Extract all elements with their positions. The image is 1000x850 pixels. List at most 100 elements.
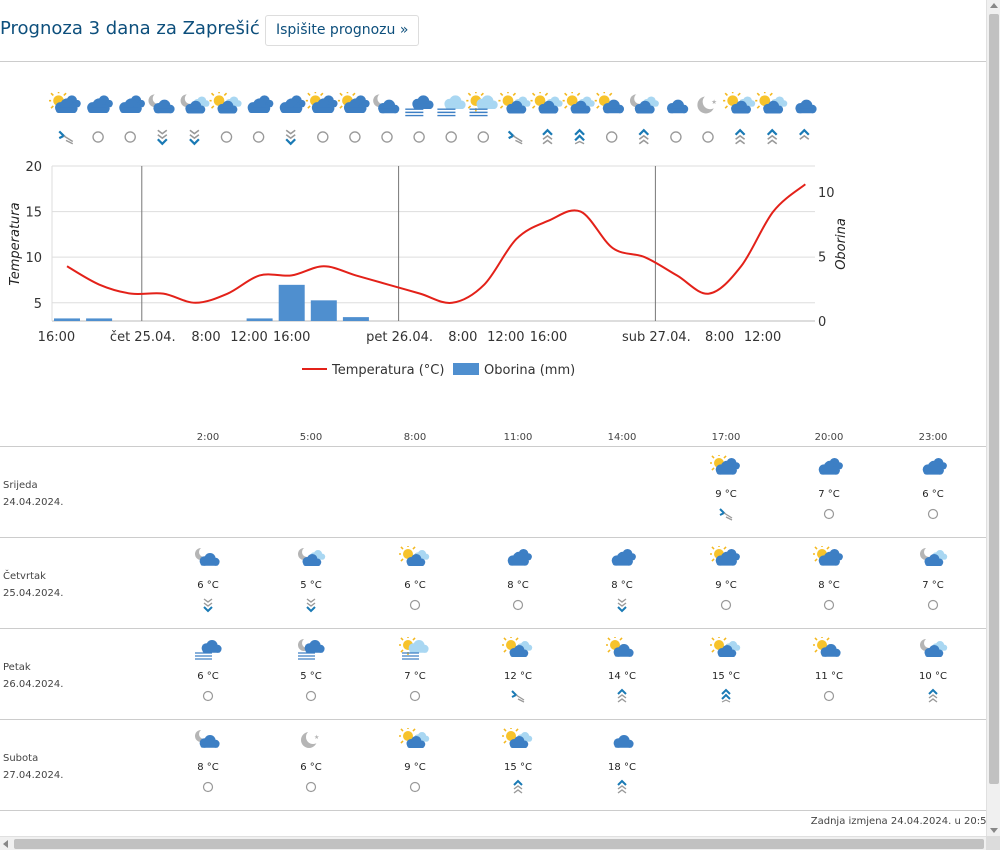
wind-calm-icon bbox=[510, 597, 526, 613]
day-label: Četvrtak 25.04.2024. bbox=[3, 568, 63, 602]
moon-cloud-light-icon bbox=[295, 546, 327, 572]
scroll-left-arrow-icon[interactable] bbox=[3, 840, 8, 848]
wind-calm-icon bbox=[407, 688, 423, 704]
strip-wind-icon bbox=[445, 131, 457, 143]
day-name: Srijeda bbox=[3, 480, 38, 491]
temperature-value: 18 °C bbox=[608, 762, 636, 773]
hour-label: 20:00 bbox=[814, 432, 844, 443]
wind-gust-icon bbox=[718, 506, 734, 522]
strip-weather-icon bbox=[723, 92, 756, 114]
strip-weather-icon bbox=[305, 92, 338, 120]
vertical-scroll-thumb[interactable] bbox=[989, 14, 999, 784]
day-label: Petak 26.04.2024. bbox=[3, 659, 63, 693]
forecast-cell: ★ 6 °C bbox=[271, 728, 351, 795]
print-forecast-button[interactable]: Ispišite prognozu » bbox=[265, 15, 420, 46]
temperature-value: 12 °C bbox=[504, 671, 532, 682]
forecast-cell: 5 °C bbox=[271, 546, 351, 613]
wind-gust-icon bbox=[510, 688, 526, 704]
strip-weather-icon bbox=[180, 93, 210, 114]
wind-up2-icon bbox=[614, 779, 630, 795]
y-tick-label: 15 bbox=[25, 206, 42, 221]
temperature-line bbox=[66, 183, 806, 304]
wind-up2b-icon bbox=[718, 688, 734, 704]
sun-cloud-light-icon bbox=[398, 544, 431, 572]
wind-calm-icon bbox=[200, 688, 216, 704]
temperature-value: 8 °C bbox=[818, 580, 840, 591]
temperature-value: 15 °C bbox=[712, 671, 740, 682]
strip-weather-icon bbox=[498, 92, 531, 114]
hour-label: 11:00 bbox=[503, 432, 533, 443]
temperature-value: 10 °C bbox=[919, 671, 947, 682]
sun-cloud-rain-icon bbox=[709, 544, 742, 573]
x-tick-label: sub 27.04. bbox=[622, 330, 691, 345]
strip-weather-icon bbox=[629, 93, 659, 114]
vertical-scrollbar[interactable] bbox=[986, 0, 1000, 836]
wind-down2-icon bbox=[200, 597, 216, 613]
sun-cloud-light-icon bbox=[501, 726, 534, 754]
wind-down2-icon bbox=[303, 597, 319, 613]
day-date: 24.04.2024. bbox=[3, 497, 64, 508]
y2-axis-title: Oborina bbox=[834, 218, 849, 270]
forecast-cell: 6 °C bbox=[168, 546, 248, 613]
horizontal-scroll-thumb[interactable] bbox=[14, 839, 984, 849]
strip-wind-icon bbox=[189, 129, 200, 146]
strip-weather-icon bbox=[530, 92, 563, 114]
day-row: Četvrtak 25.04.2024. 6 °C 5 °C 6 °C 8 °C … bbox=[0, 538, 986, 629]
legend-temperature-label[interactable]: Temperatura (°C) bbox=[331, 363, 444, 378]
sun-cloud-light-icon bbox=[501, 635, 534, 663]
temperature-value: 5 °C bbox=[300, 580, 322, 591]
wind-calm-icon bbox=[407, 597, 423, 613]
x-tick-label: pet 26.04. bbox=[366, 330, 433, 345]
y-tick-label: 10 bbox=[25, 251, 42, 266]
temperature-value: 7 °C bbox=[404, 671, 426, 682]
strip-wind-icon bbox=[157, 129, 168, 146]
legend-precip-swatch bbox=[453, 363, 479, 375]
y-axis-title: Temperatura bbox=[8, 202, 23, 285]
day-date: 27.04.2024. bbox=[3, 770, 64, 781]
strip-wind-icon bbox=[92, 131, 104, 143]
wind-calm-icon bbox=[200, 779, 216, 795]
legend-precip-label[interactable]: Oborina (mm) bbox=[484, 363, 575, 378]
forecast-table: 2:00 5:00 8:00 11:00 14:00 17:00 20:00 23:00 Sr… bbox=[0, 427, 986, 811]
scroll-down-arrow-icon[interactable] bbox=[990, 828, 998, 833]
strip-weather-icon bbox=[562, 92, 595, 114]
strip-wind-icon bbox=[381, 131, 393, 143]
temperature-value: 8 °C bbox=[197, 762, 219, 773]
forecast-cell: 6 °C bbox=[893, 455, 973, 522]
strip-weather-icon bbox=[279, 95, 306, 120]
moon-icon: ★ bbox=[295, 728, 327, 754]
strip-weather-icon bbox=[594, 92, 625, 114]
sun-cloud-fog-icon bbox=[398, 635, 431, 663]
horizontal-scrollbar[interactable] bbox=[0, 836, 986, 850]
hour-label: 5:00 bbox=[299, 432, 323, 443]
temperature-value: 9 °C bbox=[715, 580, 737, 591]
strip-weather-icon bbox=[247, 95, 274, 120]
wind-calm-icon bbox=[821, 506, 837, 522]
forecast-cell: 5 °C bbox=[271, 637, 351, 704]
precip-bar bbox=[86, 318, 113, 321]
strip-wind-icon bbox=[285, 129, 296, 146]
strip-wind-icon bbox=[477, 131, 490, 143]
forecast-cell: 6 °C bbox=[168, 637, 248, 704]
strip-weather-icon bbox=[49, 92, 81, 120]
strip-weather-icon bbox=[795, 99, 817, 114]
x-tick-label: 16:00 bbox=[530, 330, 567, 345]
wind-calm-icon bbox=[821, 597, 837, 613]
strip-weather-icon bbox=[466, 92, 498, 117]
strip-wind-icon bbox=[349, 131, 361, 143]
cloud-icon bbox=[606, 728, 638, 754]
strip-wind-icon bbox=[124, 131, 136, 143]
forecast-chart: ★ 20 15 10 5 10 5 0 16:00 čet 25.04. 8:00 12:00 16:… bbox=[0, 62, 986, 422]
hour-label: 17:00 bbox=[711, 432, 741, 443]
temperature-value: 6 °C bbox=[922, 489, 944, 500]
x-tick-label: 12:00 bbox=[487, 330, 524, 345]
temperature-value: 9 °C bbox=[404, 762, 426, 773]
scroll-up-arrow-icon[interactable] bbox=[990, 3, 998, 8]
day-row: Subota 27.04.2024. 8 °C ★ 6 °C 9 °C 15 °C 1… bbox=[0, 720, 986, 811]
forecast-cell: 15 °C bbox=[686, 635, 766, 704]
cloud-rain-icon bbox=[813, 455, 845, 482]
temperature-value: 5 °C bbox=[300, 671, 322, 682]
precip-bar bbox=[54, 318, 80, 321]
cloud-rain-icon bbox=[606, 546, 638, 573]
svg-text:★: ★ bbox=[314, 734, 319, 741]
